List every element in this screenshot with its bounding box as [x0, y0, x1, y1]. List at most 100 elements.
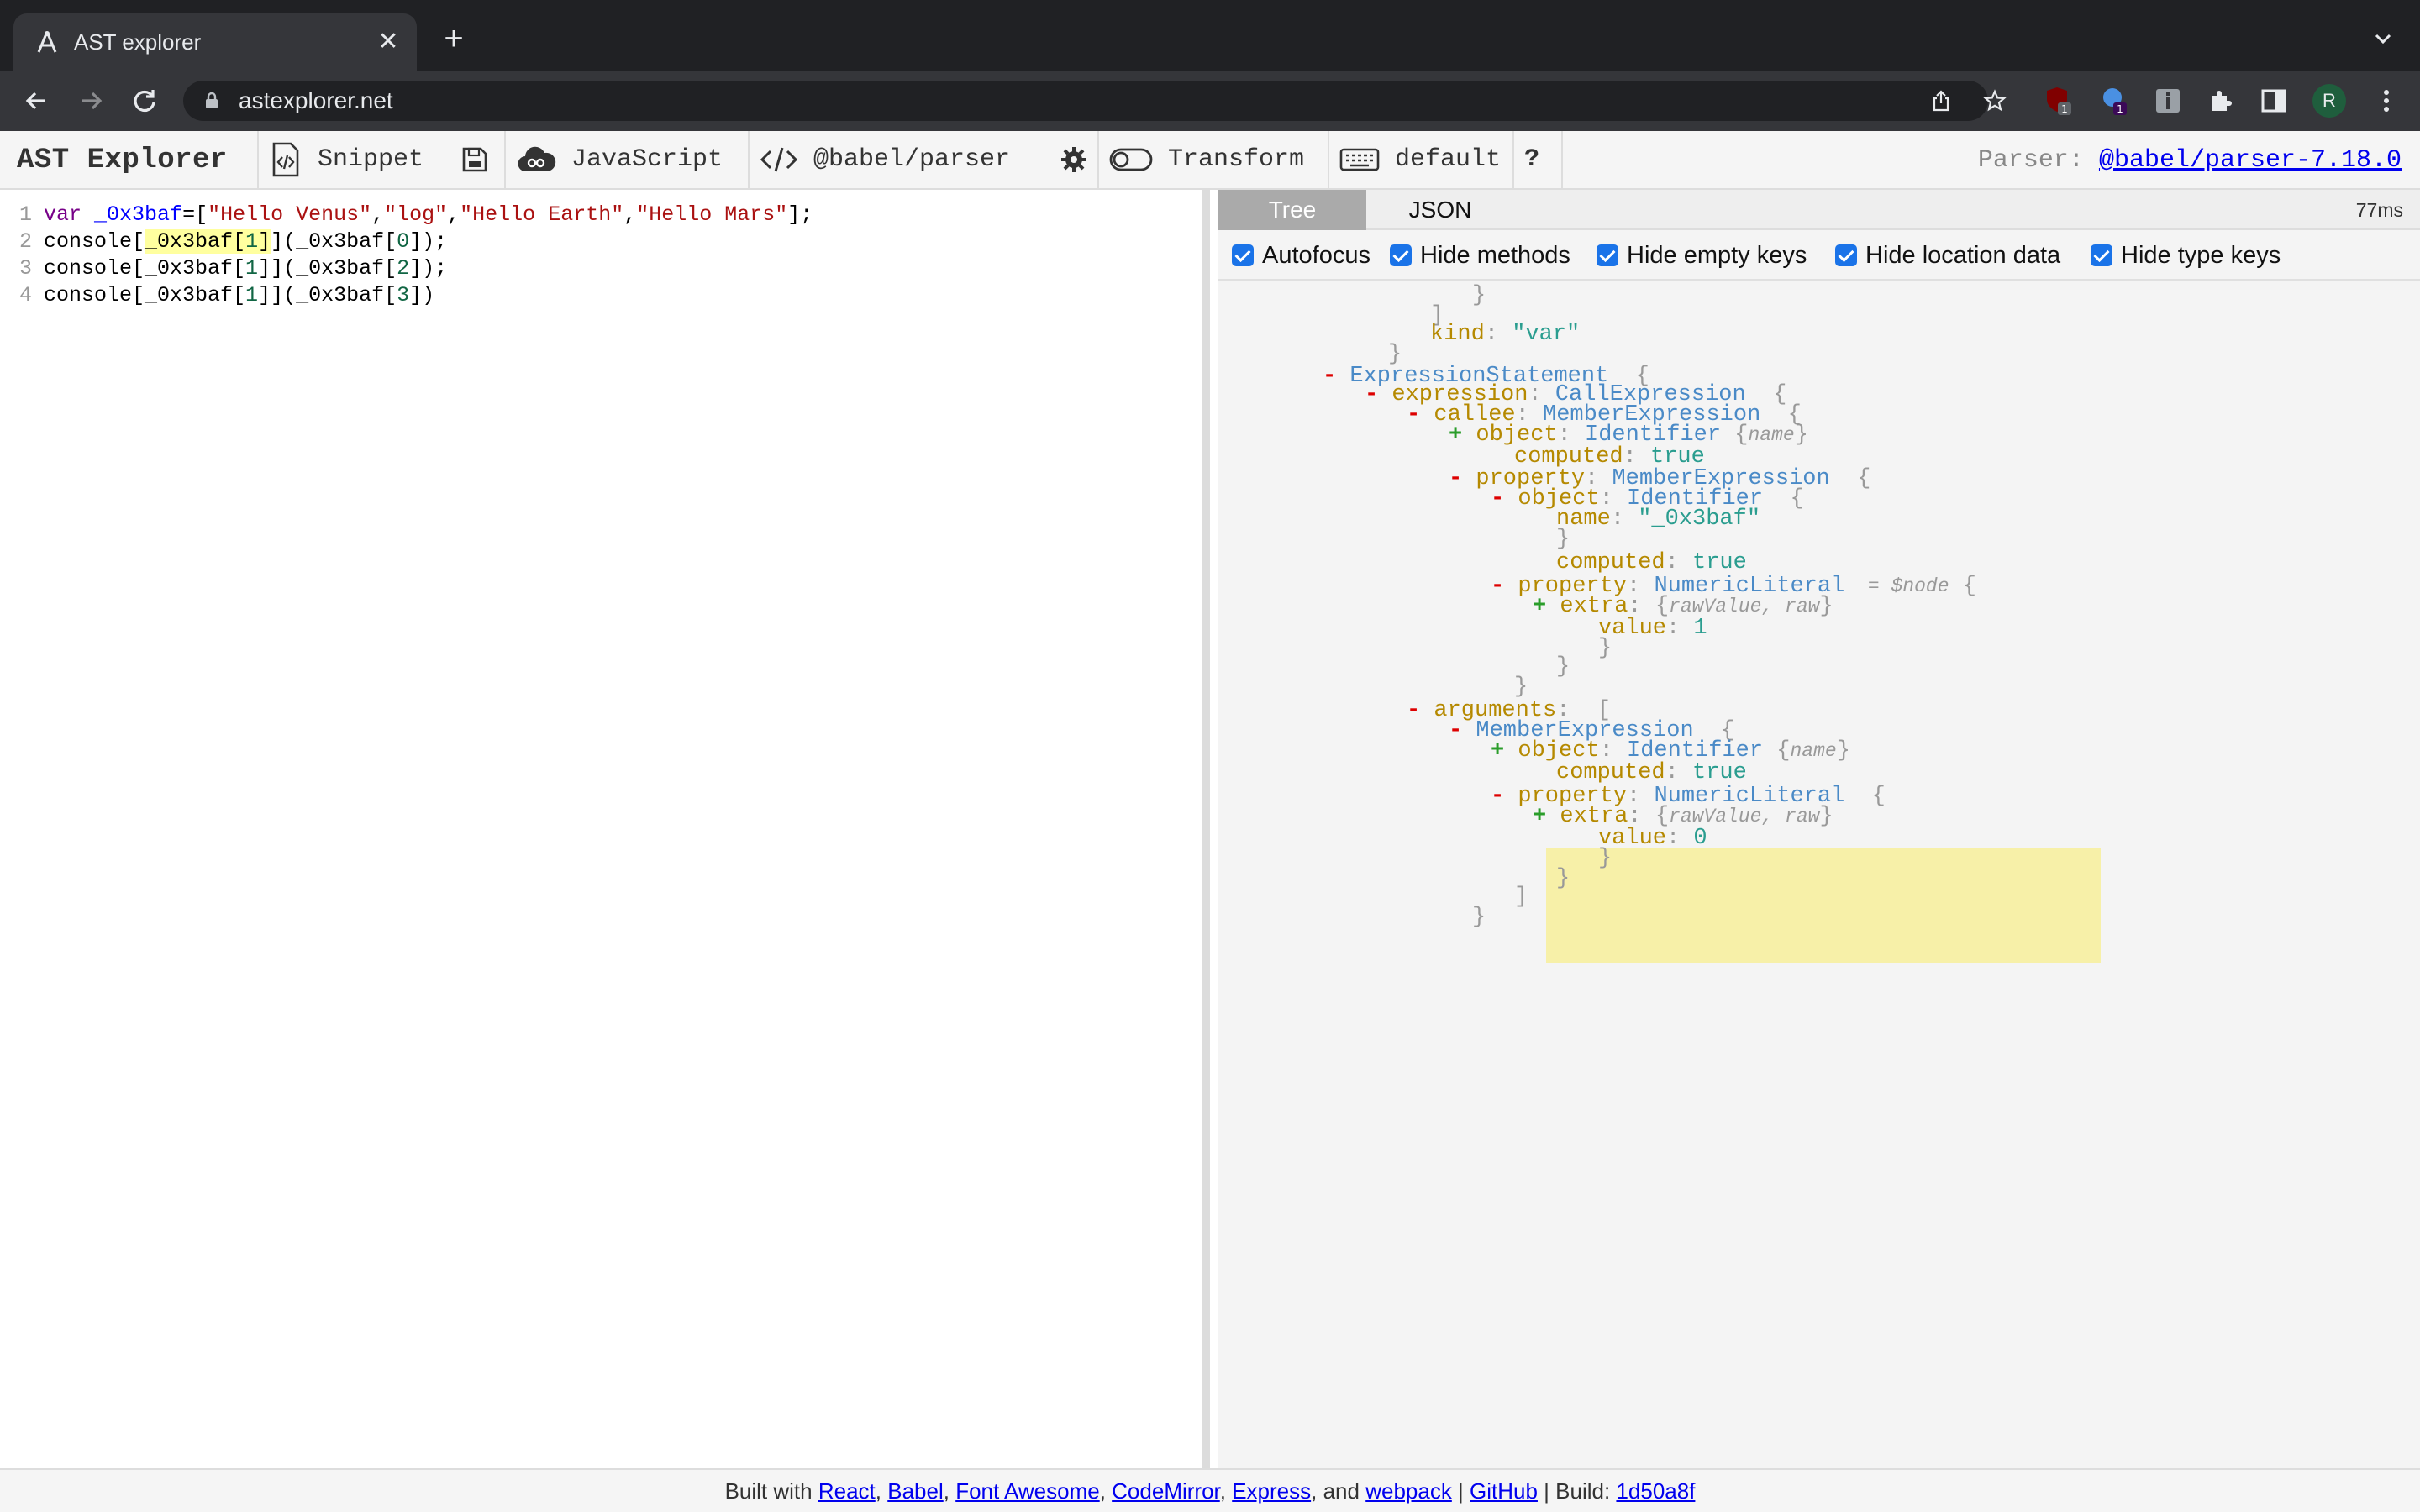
snippet-label: Snippet [318, 145, 424, 174]
transform-toggle[interactable]: Transform [1097, 131, 1314, 188]
back-icon[interactable] [20, 84, 54, 118]
extension-badge-icon[interactable]: 1 [2101, 86, 2131, 116]
address-bar[interactable]: astexplorer.net [183, 81, 2007, 121]
ast-node-line[interactable]: } [1598, 843, 1612, 874]
browser-toolbar: astexplorer.net 1 1 R [0, 71, 2420, 131]
ast-token: } [1472, 283, 1486, 308]
code-line[interactable]: 1 var _0x3baf=["Hello Venus","log","Hello… [0, 202, 813, 228]
code-token: 2 [397, 256, 410, 281]
code-token: ]); [409, 256, 448, 281]
link-webpack[interactable]: webpack [1365, 1478, 1452, 1504]
expand-toggle[interactable]: + [1533, 804, 1560, 829]
app-toolbar: AST Explorer Snippet JavaScript @babel/p… [0, 131, 2420, 190]
collapse-toggle[interactable]: - [1491, 486, 1518, 512]
checkbox-checked-icon[interactable] [1597, 244, 1618, 266]
chevron-down-icon[interactable] [2370, 25, 2396, 52]
ast-token: { [1844, 784, 1886, 809]
collapse-toggle[interactable]: - [1365, 382, 1392, 407]
checkbox-checked-icon[interactable] [1390, 244, 1412, 266]
ast-tree[interactable]: }] kind: "var"} - ExpressionStatement {- e… [1218, 281, 2420, 1468]
code-token: 3 [397, 283, 410, 307]
save-icon [462, 147, 487, 172]
code-token: ]](_0x3baf[ [258, 283, 397, 307]
bookmark-star-icon[interactable] [1983, 89, 2007, 113]
ast-node-line[interactable]: } [1556, 864, 1570, 894]
ast-node-line[interactable]: } [1472, 281, 1486, 311]
collapse-toggle[interactable]: - [1491, 784, 1518, 809]
ast-node-line[interactable]: value: 1 [1598, 613, 1707, 643]
code-token: ] [258, 229, 271, 254]
collapse-toggle[interactable]: - [1449, 718, 1476, 743]
link-babel[interactable]: Babel [887, 1478, 944, 1504]
ast-node-line[interactable]: kind: "var" [1430, 319, 1580, 349]
option-autofocus[interactable]: Autofocus [1232, 242, 1370, 269]
parser-version-link[interactable]: @babel/parser-7.18.0 [2099, 146, 2402, 175]
forward-icon[interactable] [74, 84, 108, 118]
ast-node-line[interactable]: value: 0 [1598, 823, 1707, 853]
ast-token: } [1819, 804, 1833, 829]
collapse-toggle[interactable]: - [1449, 466, 1476, 491]
side-panel-icon[interactable] [2259, 86, 2289, 116]
ast-node-line[interactable]: } [1556, 652, 1570, 682]
ublock-extension-icon[interactable]: 1 [2045, 86, 2075, 116]
puzzle-extensions-icon[interactable] [2207, 86, 2237, 116]
new-tab-icon[interactable]: + [437, 22, 471, 55]
checkbox-checked-icon[interactable] [1232, 244, 1254, 266]
code-token: , [623, 202, 637, 227]
code-token: console[_0x3baf[ [44, 256, 246, 281]
checkbox-checked-icon[interactable] [1835, 244, 1857, 266]
parser-info: Parser: @babel/parser-7.18.0 [1978, 146, 2402, 175]
code-editor[interactable]: 1 var _0x3baf=["Hello Venus","log","Hello… [0, 190, 1210, 1468]
option-hide-methods[interactable]: Hide methods [1390, 242, 1570, 269]
tab-tree[interactable]: Tree [1218, 190, 1366, 230]
code-line[interactable]: 3 console[_0x3baf[1]](_0x3baf[2]); [0, 255, 447, 282]
checkbox-checked-icon[interactable] [2091, 244, 2112, 266]
help-button[interactable]: ? [1512, 131, 1549, 188]
ast-key: kind [1430, 322, 1485, 347]
ast-node-line[interactable]: } [1598, 633, 1612, 664]
keymap-select[interactable]: default [1328, 131, 1511, 188]
ast-node-line[interactable]: } [1472, 902, 1486, 932]
link-build-hash[interactable]: 1d50a8f [1616, 1478, 1695, 1504]
option-hide-empty-keys[interactable]: Hide empty keys [1597, 242, 1807, 269]
tab-json[interactable]: JSON [1366, 190, 1514, 230]
url-text[interactable]: astexplorer.net [239, 89, 393, 113]
option-hide-location-data[interactable]: Hide location data [1835, 242, 2060, 269]
expand-toggle[interactable]: + [1491, 738, 1518, 764]
close-tab-icon[interactable]: ✕ [375, 29, 402, 55]
link-express[interactable]: Express [1232, 1478, 1311, 1504]
option-hide-type-keys[interactable]: Hide type keys [2091, 242, 2281, 269]
share-icon[interactable] [1929, 89, 1953, 113]
link-font-awesome[interactable]: Font Awesome [955, 1478, 1100, 1504]
collapse-toggle[interactable]: - [1323, 364, 1349, 389]
ast-token: "_0x3baf" [1638, 507, 1761, 532]
link-codemirror[interactable]: CodeMirror [1112, 1478, 1220, 1504]
language-select[interactable]: JavaScript [504, 131, 733, 188]
browser-tab[interactable]: AST explorer ✕ [13, 13, 417, 71]
link-github[interactable]: GitHub [1470, 1478, 1538, 1504]
collapse-toggle[interactable]: - [1407, 698, 1434, 723]
ast-token: } [1819, 594, 1833, 619]
ast-token: = $node [1844, 575, 1949, 597]
code-line[interactable]: 2 console[_0x3baf[1]](_0x3baf[0]); [0, 228, 447, 255]
profile-avatar[interactable]: R [2312, 84, 2346, 118]
code-token: "Hello Venus" [208, 202, 372, 227]
ast-token: } [1472, 905, 1486, 930]
snippet-menu[interactable]: Snippet [257, 131, 434, 188]
collapse-toggle[interactable]: - [1407, 402, 1434, 428]
toolbar-divider [1561, 131, 1563, 188]
ast-node-line[interactable]: name: "_0x3baf" [1556, 504, 1760, 534]
parser-select[interactable]: @babel/parser [748, 131, 1020, 188]
browser-menu-icon[interactable] [2371, 86, 2402, 116]
expand-toggle[interactable]: + [1533, 594, 1560, 619]
collapse-toggle[interactable]: - [1491, 574, 1518, 599]
link-react[interactable]: React [818, 1478, 876, 1504]
expand-toggle[interactable]: + [1449, 423, 1476, 448]
code-line[interactable]: 4 console[_0x3baf[1]](_0x3baf[3]) [0, 282, 434, 309]
option-label: Hide type keys [2121, 241, 2281, 269]
code-token: 1 [245, 256, 259, 281]
info-extension-icon[interactable] [2153, 86, 2183, 116]
lock-icon [206, 92, 218, 108]
reload-icon[interactable] [128, 84, 161, 118]
ast-node-line[interactable]: ] [1514, 882, 1528, 912]
